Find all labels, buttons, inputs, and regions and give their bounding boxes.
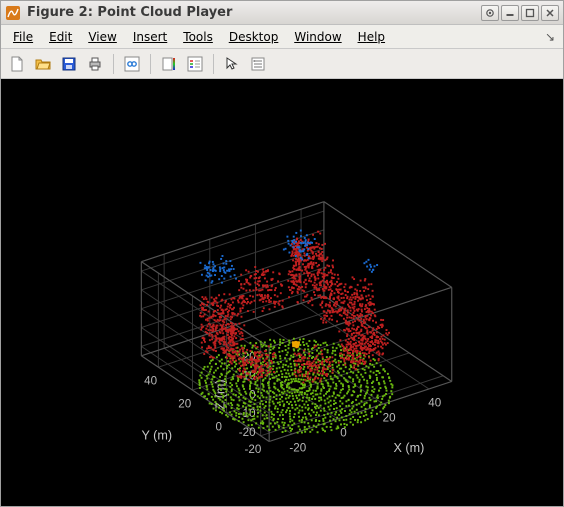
propsheet-icon: [250, 56, 266, 72]
svg-text:-20: -20: [245, 443, 262, 456]
svg-text:0: 0: [216, 420, 222, 433]
maximize-button[interactable]: [521, 5, 539, 21]
colorbar-button[interactable]: [157, 52, 181, 76]
new-file-icon: [9, 56, 25, 72]
menu-overflow-icon[interactable]: ↘: [545, 30, 559, 44]
minimize-button[interactable]: [501, 5, 519, 21]
colorbar-icon: [161, 56, 177, 72]
edit-plot-button[interactable]: [220, 52, 244, 76]
title-bar[interactable]: Figure 2: Point Cloud Player: [1, 1, 563, 25]
toolbar: [1, 49, 563, 79]
svg-text:Y (m): Y (m): [142, 428, 173, 442]
svg-text:X (m): X (m): [394, 441, 425, 455]
save-icon: [61, 56, 77, 72]
close-button[interactable]: [541, 5, 559, 21]
figure-canvas[interactable]: -2002040-2002040-20-1001020X (m)Y (m)Z (…: [1, 79, 563, 506]
save-button[interactable]: [57, 52, 81, 76]
menu-view[interactable]: View: [80, 27, 124, 47]
svg-text:-20: -20: [289, 441, 306, 454]
print-icon: [87, 56, 103, 72]
svg-text:-20: -20: [239, 426, 256, 439]
figure-window: Figure 2: Point Cloud Player File Edit V…: [0, 0, 564, 507]
svg-text:20: 20: [178, 398, 191, 411]
svg-text:20: 20: [383, 411, 396, 424]
menu-edit[interactable]: Edit: [41, 27, 80, 47]
link-icon: [124, 56, 140, 72]
menu-bar: File Edit View Insert Tools Desktop Wind…: [1, 25, 563, 49]
svg-text:40: 40: [144, 375, 157, 388]
app-icon: [5, 5, 21, 21]
legend-button[interactable]: [183, 52, 207, 76]
toolbar-separator-3: [213, 54, 214, 74]
svg-text:0: 0: [340, 426, 346, 439]
shade-button[interactable]: [481, 5, 499, 21]
menu-window[interactable]: Window: [286, 27, 349, 47]
menu-insert[interactable]: Insert: [125, 27, 175, 47]
axes-3d[interactable]: -2002040-2002040-20-1001020X (m)Y (m)Z (…: [11, 89, 553, 496]
window-title: Figure 2: Point Cloud Player: [27, 5, 479, 20]
new-figure-button[interactable]: [5, 52, 29, 76]
axes-svg: -2002040-2002040-20-1001020X (m)Y (m)Z (…: [11, 89, 553, 496]
link-axes-button[interactable]: [120, 52, 144, 76]
legend-icon: [187, 56, 203, 72]
property-inspector-button[interactable]: [246, 52, 270, 76]
menu-desktop[interactable]: Desktop: [221, 27, 287, 47]
open-folder-icon: [35, 56, 51, 72]
menu-help[interactable]: Help: [350, 27, 393, 47]
menu-tools[interactable]: Tools: [175, 27, 221, 47]
open-file-button[interactable]: [31, 52, 55, 76]
svg-text:40: 40: [428, 396, 441, 409]
arrow-cursor-icon: [224, 56, 240, 72]
print-button[interactable]: [83, 52, 107, 76]
toolbar-separator-1: [113, 54, 114, 74]
toolbar-separator-2: [150, 54, 151, 74]
menu-file[interactable]: File: [5, 27, 41, 47]
